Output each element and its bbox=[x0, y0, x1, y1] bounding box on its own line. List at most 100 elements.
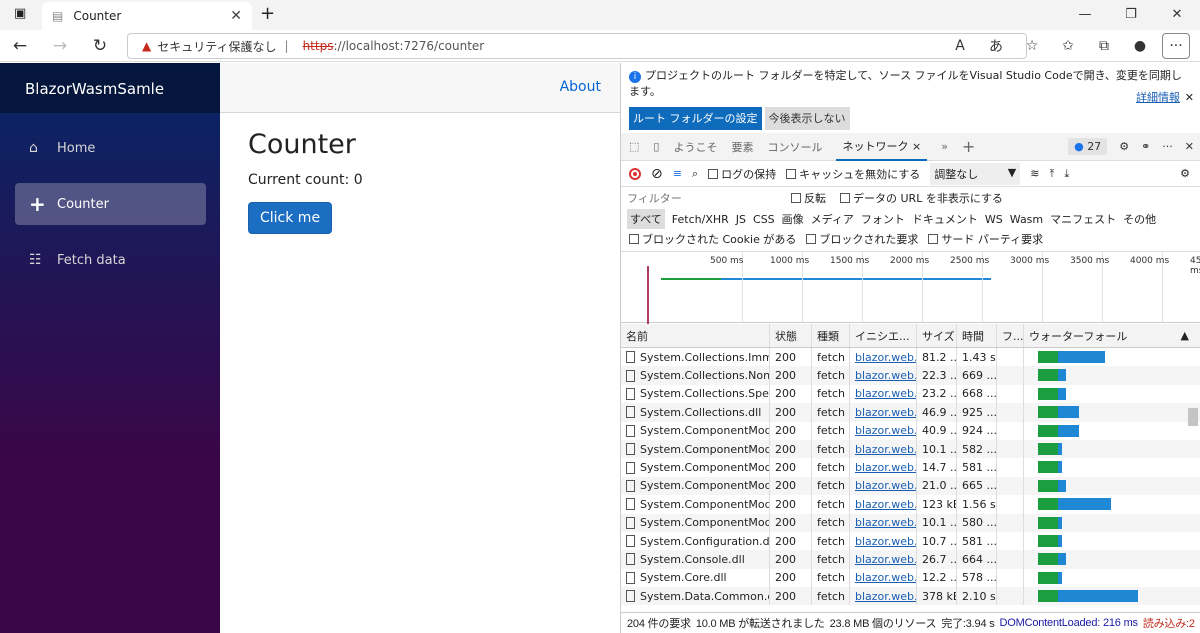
cell-initiator[interactable]: blazor.web... bbox=[850, 458, 917, 477]
type-filter[interactable]: Wasm bbox=[1010, 213, 1043, 226]
table-row[interactable]: System.Data.Common.dll 200 fetch blazor.web… bbox=[621, 587, 1200, 606]
url-field[interactable]: ▲ セキュリティ保護なし | https://localhost:7276/co… bbox=[127, 33, 1027, 59]
cell-initiator[interactable]: blazor.web... bbox=[850, 513, 917, 532]
close-info-icon[interactable]: ✕ bbox=[1185, 90, 1194, 106]
type-filter[interactable]: その他 bbox=[1123, 211, 1156, 227]
read-aloud-icon[interactable]: A bbox=[946, 38, 974, 54]
network-conditions-icon[interactable]: ≋ bbox=[1030, 167, 1039, 180]
hide-data-urls-checkbox[interactable]: データの URL を非表示にする bbox=[840, 190, 1003, 206]
column-header[interactable]: ウォーターフォール ▲ bbox=[1024, 324, 1200, 347]
more-options-icon[interactable]: ··· bbox=[1162, 140, 1173, 153]
type-filter[interactable]: CSS bbox=[753, 213, 775, 226]
blocked-requests-checkbox[interactable]: ブロックされた要求 bbox=[806, 231, 918, 247]
more-icon[interactable]: ··· bbox=[1162, 33, 1190, 59]
preserve-log-checkbox[interactable]: ログの保持 bbox=[708, 166, 776, 182]
column-header[interactable]: 名前 bbox=[621, 324, 770, 347]
browser-tab[interactable]: ▤ Counter ✕ bbox=[42, 2, 252, 30]
favorites-icon[interactable]: ✩ bbox=[1054, 38, 1082, 54]
column-header[interactable]: フ... bbox=[997, 324, 1024, 347]
column-header[interactable]: 時間 bbox=[957, 324, 997, 347]
inspect-icon[interactable]: ⬚ bbox=[629, 140, 639, 153]
add-tab-icon[interactable]: + bbox=[962, 137, 975, 156]
table-row[interactable]: System.ComponentMod... 200 fetch blazor.web… bbox=[621, 513, 1200, 532]
cell-initiator[interactable]: blazor.web... bbox=[850, 421, 917, 440]
close-window-icon[interactable]: ✕ bbox=[1154, 0, 1200, 30]
translate-icon[interactable]: あ bbox=[982, 36, 1010, 56]
nav-counter[interactable]: + Counter bbox=[15, 183, 206, 225]
close-devtools-icon[interactable]: ✕ bbox=[1185, 140, 1194, 153]
scroll-thumb[interactable] bbox=[1188, 408, 1198, 426]
table-row[interactable]: System.Core.dll 200 fetch blazor.web... 12.2… bbox=[621, 568, 1200, 588]
type-filter[interactable]: すべて bbox=[627, 209, 665, 229]
cell-initiator[interactable]: blazor.web... bbox=[850, 384, 917, 404]
issues-badge[interactable]: ● 27 bbox=[1068, 138, 1108, 155]
table-row[interactable]: System.ComponentMod... 200 fetch blazor.web… bbox=[621, 458, 1200, 477]
search-icon[interactable]: ⌕ bbox=[692, 167, 698, 181]
timeline-overview[interactable]: 500 ms 1000 ms 1500 ms 2000 ms 2500 ms 3000 m… bbox=[621, 251, 1200, 324]
filter-input[interactable] bbox=[627, 189, 777, 207]
sort-icon[interactable]: ▲ bbox=[1181, 329, 1189, 342]
dont-show-again-button[interactable]: 今後表示しない bbox=[764, 107, 850, 130]
table-row[interactable]: System.ComponentMod... 200 fetch blazor.web… bbox=[621, 476, 1200, 496]
security-label[interactable]: セキュリティ保護なし bbox=[157, 38, 276, 55]
record-icon[interactable] bbox=[629, 167, 641, 180]
network-settings-icon[interactable]: ⚙ bbox=[1180, 167, 1190, 180]
tab-network[interactable]: ネットワーク × bbox=[836, 133, 928, 161]
table-row[interactable]: System.ComponentMod... 200 fetch blazor.web… bbox=[621, 495, 1200, 514]
cell-initiator[interactable]: blazor.web... bbox=[850, 550, 917, 569]
filter-icon[interactable]: ≡ bbox=[673, 167, 682, 180]
settings-icon[interactable]: ⚙ bbox=[1119, 140, 1129, 153]
about-link[interactable]: About bbox=[560, 79, 601, 95]
device-emulation-icon[interactable]: ▯ bbox=[653, 140, 659, 153]
collections-icon[interactable]: ⧉ bbox=[1090, 38, 1118, 54]
import-icon[interactable]: ⤒ bbox=[1049, 167, 1054, 181]
nav-home[interactable]: ⌂ Home bbox=[15, 127, 206, 169]
profile-icon[interactable]: ● bbox=[1126, 38, 1154, 54]
cell-initiator[interactable]: blazor.web... bbox=[850, 476, 917, 496]
click-me-button[interactable]: Click me bbox=[248, 202, 333, 234]
type-filter[interactable]: JS bbox=[736, 213, 746, 226]
brand[interactable]: BlazorWasmSamle bbox=[0, 63, 220, 113]
table-row[interactable]: System.Console.dll 200 fetch blazor.web... 2… bbox=[621, 550, 1200, 569]
type-filter[interactable]: マニフェスト bbox=[1050, 211, 1116, 227]
column-header[interactable]: イニシエ... bbox=[850, 324, 917, 347]
cell-initiator[interactable]: blazor.web... bbox=[850, 366, 917, 385]
close-tab-icon[interactable]: × bbox=[912, 140, 921, 153]
new-tab-icon[interactable]: + bbox=[260, 3, 275, 24]
refresh-icon[interactable]: ↻ bbox=[80, 36, 120, 56]
table-row[interactable]: System.ComponentMod... 200 fetch blazor.web… bbox=[621, 421, 1200, 440]
add-favorite-icon[interactable]: ☆ bbox=[1018, 38, 1046, 54]
type-filter[interactable]: WS bbox=[985, 213, 1003, 226]
export-icon[interactable]: ⤓ bbox=[1064, 167, 1069, 181]
more-tabs-icon[interactable]: » bbox=[941, 140, 948, 153]
minimize-icon[interactable]: — bbox=[1062, 0, 1108, 30]
third-party-checkbox[interactable]: サード パーティ要求 bbox=[928, 231, 1043, 247]
blocked-cookies-checkbox[interactable]: ブロックされた Cookie がある bbox=[629, 231, 796, 247]
table-row[interactable]: System.Collections.dll 200 fetch blazor.web… bbox=[621, 403, 1200, 422]
type-filter[interactable]: フォント bbox=[861, 211, 905, 227]
throttle-select[interactable]: 調整なし ▼ bbox=[930, 162, 1021, 185]
table-row[interactable]: System.Collections.Immu... 200 fetch blazor… bbox=[621, 348, 1200, 367]
tab-console[interactable]: コンソール bbox=[767, 139, 822, 155]
tab-actions-icon[interactable]: ▣ bbox=[14, 6, 26, 21]
forward-icon[interactable]: → bbox=[40, 36, 80, 56]
column-header[interactable]: 種類 bbox=[812, 324, 850, 347]
tab-welcome[interactable]: ようこそ bbox=[673, 139, 717, 155]
cell-initiator[interactable]: blazor.web... bbox=[850, 587, 917, 606]
scrollbar[interactable] bbox=[1188, 348, 1198, 612]
cell-initiator[interactable]: blazor.web... bbox=[850, 495, 917, 514]
tab-elements[interactable]: 要素 bbox=[731, 139, 753, 155]
cell-initiator[interactable]: blazor.web... bbox=[850, 439, 917, 459]
type-filter[interactable]: Fetch/XHR bbox=[672, 213, 729, 226]
type-filter[interactable]: 画像 bbox=[782, 211, 804, 227]
type-filter[interactable]: ドキュメント bbox=[912, 211, 978, 227]
set-root-folder-button[interactable]: ルート フォルダーの設定 bbox=[629, 107, 762, 130]
cell-initiator[interactable]: blazor.web... bbox=[850, 348, 917, 367]
cell-initiator[interactable]: blazor.web... bbox=[850, 568, 917, 588]
customize-icon[interactable]: ⚭ bbox=[1141, 140, 1150, 153]
column-header[interactable]: 状態 bbox=[770, 324, 812, 347]
disable-cache-checkbox[interactable]: キャッシュを無効にする bbox=[786, 166, 920, 182]
clear-icon[interactable]: ⊘ bbox=[651, 166, 663, 182]
restore-icon[interactable]: ❐ bbox=[1108, 0, 1154, 30]
back-icon[interactable]: ← bbox=[0, 36, 40, 56]
